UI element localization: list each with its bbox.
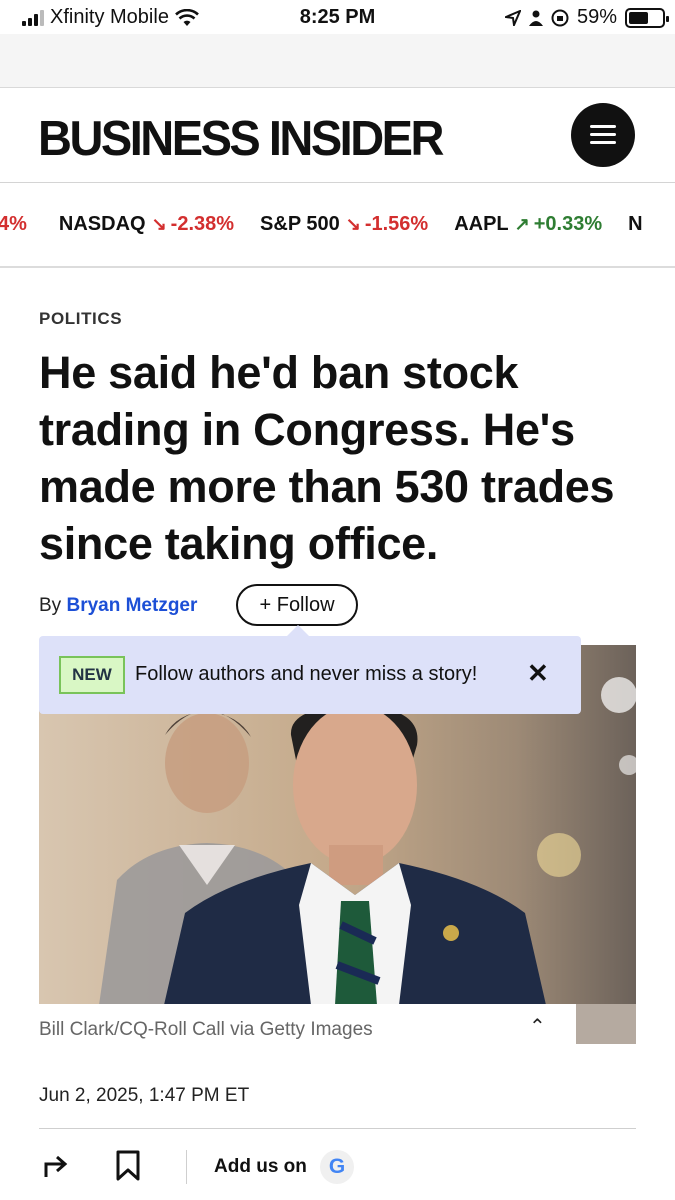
status-bar: Xfinity Mobile 8:25 PM 59% [0, 0, 675, 34]
bookmark-icon[interactable] [115, 1150, 141, 1182]
browser-address-area [0, 34, 675, 88]
ticker-name: S&P 500 [260, 213, 340, 235]
person-icon [528, 10, 543, 26]
battery-percent: 59% [576, 6, 617, 28]
ticker-value: +0.33% [533, 213, 603, 235]
image-edge [576, 1004, 636, 1044]
ticker-value: -1.56% [364, 213, 429, 235]
site-logo[interactable]: BUSINESS INSIDER [38, 109, 444, 167]
site-header: BUSINESS INSIDER [0, 88, 675, 183]
ticker-name: AAPL [454, 213, 509, 235]
image-caption: Bill Clark/CQ-Roll Call via Getty Images [39, 1019, 373, 1040]
orientation-lock-icon [551, 9, 569, 26]
ticker-name: NASDAQ [58, 213, 146, 235]
ticker-item-nasdaq[interactable]: NASDAQ ↘ -2.38% [59, 213, 234, 236]
author-link[interactable]: Bryan Metzger [66, 595, 197, 616]
add-us-label[interactable]: Add us on [214, 1156, 307, 1178]
menu-button[interactable] [571, 103, 635, 167]
image-caption-bar: Bill Clark/CQ-Roll Call via Getty Images… [39, 1004, 576, 1044]
ticker-item-aapl[interactable]: AAPL ↗ +0.33% [454, 213, 602, 236]
close-icon[interactable]: ✕ [527, 658, 549, 689]
arrow-down-icon: ↘ [151, 214, 167, 234]
arrow-up-icon: ↗ [514, 214, 530, 234]
ticker-item[interactable]: 4% [0, 213, 33, 236]
byline-prefix: By [39, 595, 62, 616]
article-actions: Add us on G [0, 1130, 675, 1200]
chevron-up-icon[interactable]: ⌃ [529, 1014, 546, 1039]
divider [39, 1128, 636, 1129]
ticker-name: N [628, 213, 643, 235]
battery-icon [625, 7, 669, 28]
ticker-value: 4% [0, 213, 27, 235]
arrow-down-icon: ↘ [345, 214, 361, 234]
market-ticker[interactable]: 4% NASDAQ ↘ -2.38% S&P 500 ↘ -1.56% AAPL… [0, 184, 675, 268]
ticker-item-sp500[interactable]: S&P 500 ↘ -1.56% [260, 213, 428, 236]
article-category[interactable]: POLITICS [39, 309, 122, 329]
follow-tooltip: NEW Follow authors and never miss a stor… [39, 636, 581, 714]
publish-date: Jun 2, 2025, 1:47 PM ET [39, 1085, 250, 1106]
separator [186, 1150, 187, 1184]
follow-author-button[interactable]: + Follow [236, 584, 358, 626]
location-arrow-icon [504, 9, 521, 26]
share-icon[interactable] [41, 1150, 71, 1180]
byline: By Bryan Metzger [39, 595, 197, 617]
tooltip-message: Follow authors and never miss a story! [135, 663, 478, 685]
ticker-value: -2.38% [170, 213, 235, 235]
ticker-item[interactable]: N [628, 213, 648, 236]
article-headline: He said he'd ban stock trading in Congre… [39, 347, 615, 569]
google-icon[interactable]: G [320, 1150, 354, 1184]
new-badge: NEW [59, 656, 125, 694]
